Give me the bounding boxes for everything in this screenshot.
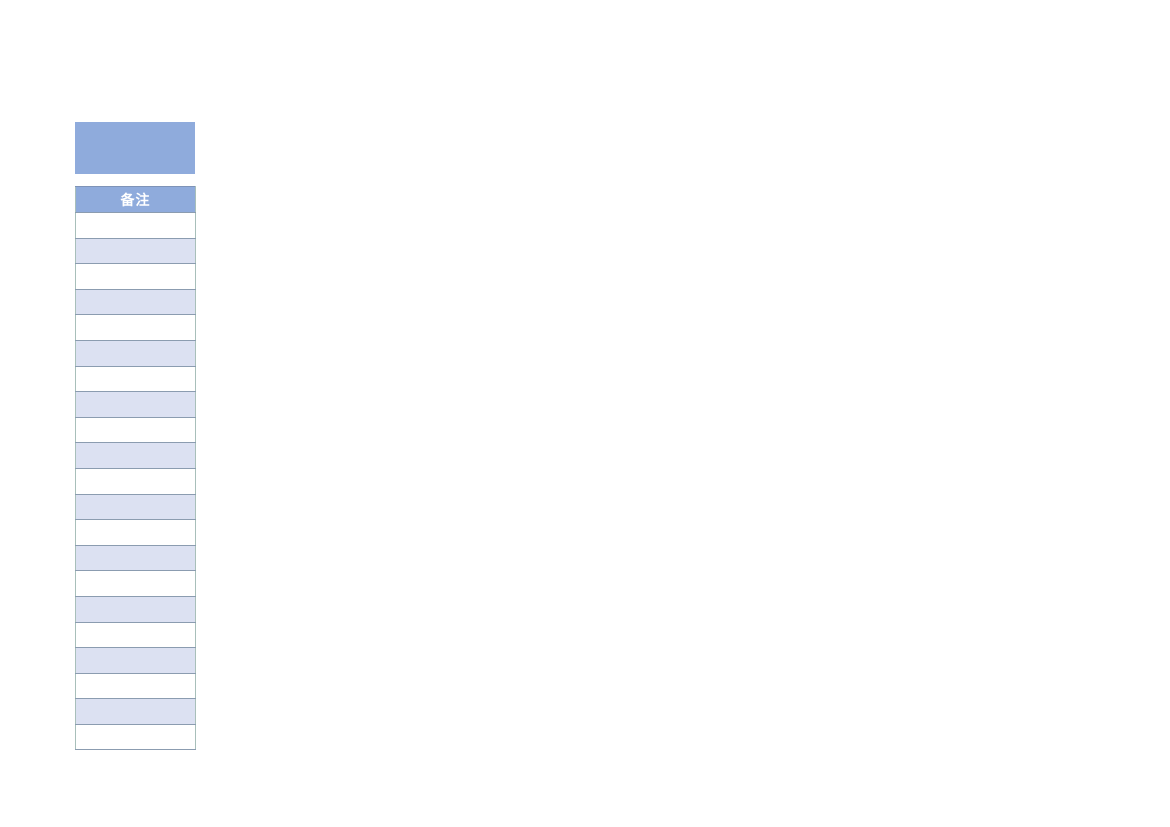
table-row[interactable] bbox=[75, 237, 196, 265]
cell-notes[interactable] bbox=[75, 263, 196, 290]
cell-notes[interactable] bbox=[75, 544, 196, 572]
cell-notes[interactable] bbox=[75, 442, 196, 469]
cell-notes[interactable] bbox=[75, 519, 196, 546]
table-row[interactable] bbox=[75, 647, 196, 674]
cell-notes[interactable] bbox=[75, 621, 196, 649]
table-row[interactable] bbox=[75, 493, 196, 521]
cell-notes[interactable] bbox=[75, 493, 196, 521]
cell-notes[interactable] bbox=[75, 570, 196, 597]
cell-notes[interactable] bbox=[75, 288, 196, 316]
table-row[interactable] bbox=[75, 544, 196, 572]
table-row[interactable] bbox=[75, 723, 196, 751]
cell-notes[interactable] bbox=[75, 672, 196, 700]
table-row[interactable] bbox=[75, 416, 196, 444]
table-row[interactable] bbox=[75, 621, 196, 649]
cell-notes[interactable] bbox=[75, 723, 196, 751]
cell-notes[interactable] bbox=[75, 647, 196, 674]
table-row[interactable] bbox=[75, 314, 196, 341]
cell-notes[interactable] bbox=[75, 212, 196, 239]
cell-notes[interactable] bbox=[75, 391, 196, 418]
cell-notes[interactable] bbox=[75, 467, 196, 495]
cell-notes[interactable] bbox=[75, 698, 196, 725]
table-row[interactable] bbox=[75, 212, 196, 239]
cell-notes[interactable] bbox=[75, 339, 196, 367]
table-row[interactable] bbox=[75, 672, 196, 700]
cell-notes[interactable] bbox=[75, 237, 196, 265]
table-row[interactable] bbox=[75, 288, 196, 316]
table-row[interactable] bbox=[75, 442, 196, 469]
table-body bbox=[75, 212, 196, 751]
column-header-notes[interactable]: 备注 bbox=[75, 186, 196, 213]
table-header: 备注 bbox=[75, 186, 196, 213]
table-row[interactable] bbox=[75, 467, 196, 495]
cell-notes[interactable] bbox=[75, 595, 196, 623]
cell-notes[interactable] bbox=[75, 365, 196, 393]
title-block[interactable] bbox=[75, 122, 195, 174]
notes-table[interactable]: 备注 bbox=[75, 186, 196, 751]
cell-notes[interactable] bbox=[75, 416, 196, 444]
table-row[interactable] bbox=[75, 365, 196, 393]
table-row[interactable] bbox=[75, 391, 196, 418]
table-row[interactable] bbox=[75, 595, 196, 623]
table-row[interactable] bbox=[75, 570, 196, 597]
table-row[interactable] bbox=[75, 263, 196, 290]
table-row[interactable] bbox=[75, 698, 196, 725]
cell-notes[interactable] bbox=[75, 314, 196, 341]
title-block-text bbox=[75, 122, 195, 174]
table-row[interactable] bbox=[75, 519, 196, 546]
table-row[interactable] bbox=[75, 339, 196, 367]
header-row: 备注 bbox=[75, 186, 196, 213]
